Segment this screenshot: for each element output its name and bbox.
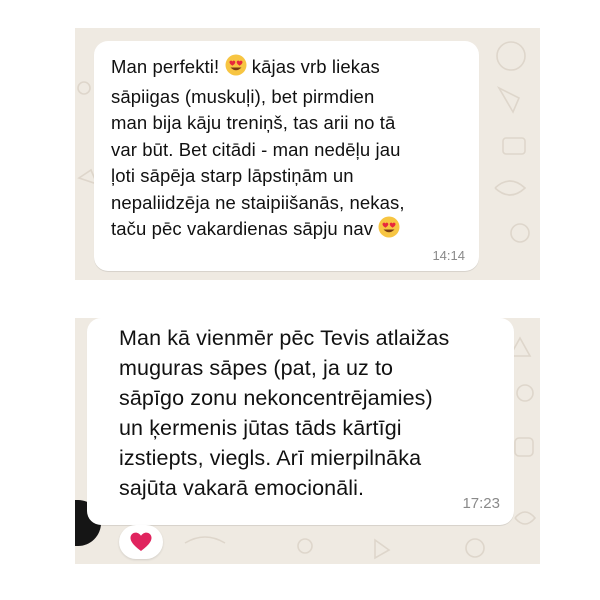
message-body: sāpiigas (muskuļi), bet pirmdien man bij… [111,85,405,213]
heart-eyes-emoji-icon [225,54,247,84]
message-reaction[interactable] [119,525,163,559]
red-heart-icon [130,532,152,551]
message-line-1: Man perfekti! [111,56,220,77]
message-timestamp: 14:14 [432,248,465,263]
message-line-1-rest: kājas vrb liekas [246,56,380,77]
message-text: Man perfekti! kājas vrb liekas sāpiigas … [111,54,476,246]
heart-eyes-emoji-icon [378,216,400,246]
incoming-message-bubble[interactable]: Man perfekti! kājas vrb liekas sāpiigas … [94,41,479,271]
chat-panel-top: Man perfekti! kājas vrb liekas sāpiigas … [75,28,540,280]
message-last-line: taču pēc vakardienas sāpju nav [111,218,374,239]
message-timestamp: 17:23 [462,495,500,512]
chat-panel-bottom: Man kā vienmēr pēc Tevis atlaižas mugura… [75,318,540,564]
message-text: Man kā vienmēr pēc Tevis atlaižas mugura… [119,326,450,500]
incoming-message-bubble[interactable]: Man kā vienmēr pēc Tevis atlaižas mugura… [87,318,514,525]
